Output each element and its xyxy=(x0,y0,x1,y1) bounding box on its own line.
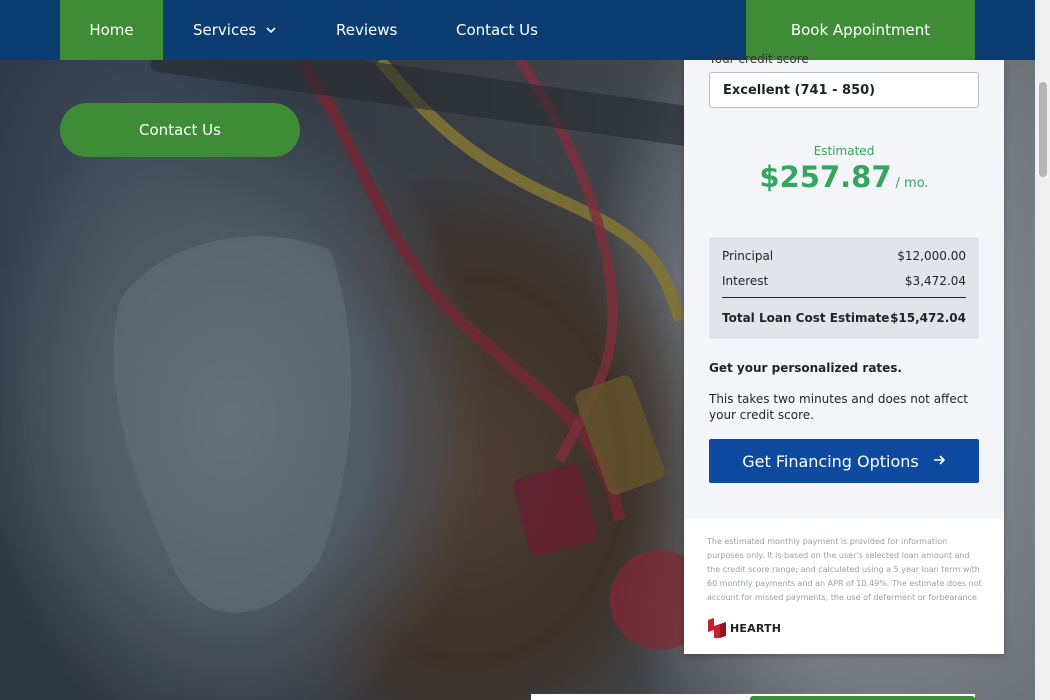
top-navigation-bar: Home Services Reviews Contact Us Book Ap… xyxy=(0,0,1035,60)
chevron-down-icon xyxy=(266,24,276,37)
nav-services[interactable]: Services xyxy=(193,0,283,60)
interest-value: $3,472.04 xyxy=(904,274,966,288)
financing-calculator-card: Your credit score Excellent (741 - 850) … xyxy=(684,52,1004,654)
interest-label: Interest xyxy=(722,274,769,288)
nav-reviews[interactable]: Reviews xyxy=(336,0,398,60)
principal-row: Principal $12,000.00 xyxy=(722,249,966,263)
per-month-label: / mo. xyxy=(895,176,929,191)
hearth-logo-icon xyxy=(708,618,726,638)
scrollbar-thumb[interactable] xyxy=(1039,82,1047,177)
breakdown-divider xyxy=(722,297,966,298)
book-appointment-button[interactable]: Book Appointment xyxy=(746,0,975,60)
hero-contact-us-label: Contact Us xyxy=(139,121,221,139)
personalized-rates-title: Get your personalized rates. xyxy=(709,361,902,375)
get-financing-options-button[interactable]: Get Financing Options xyxy=(709,439,979,483)
total-label: Total Loan Cost Estimate xyxy=(722,311,890,325)
estimated-label: Estimated xyxy=(813,144,875,158)
hero-contact-us-button[interactable]: Contact Us xyxy=(60,103,300,157)
hearth-logo: HEARTH xyxy=(707,618,781,638)
book-appointment-label: Book Appointment xyxy=(790,21,931,39)
personalized-rates-body: This takes two minutes and does not affe… xyxy=(709,392,969,422)
principal-value: $12,000.00 xyxy=(897,249,966,263)
nav-services-label: Services xyxy=(193,21,257,39)
monthly-payment-amount: $257.87 xyxy=(759,160,892,194)
credit-score-select[interactable]: Excellent (741 - 850) xyxy=(709,72,979,108)
page-scrollbar[interactable] xyxy=(1035,0,1050,700)
total-value: $15,472.04 xyxy=(890,311,966,325)
get-financing-options-label: Get Financing Options xyxy=(742,451,919,471)
nav-home-label: Home xyxy=(89,21,134,39)
loan-breakdown: Principal $12,000.00 Interest $3,472.04 … xyxy=(709,237,979,339)
interest-row: Interest $3,472.04 xyxy=(722,274,966,288)
nav-home[interactable]: Home xyxy=(60,0,163,60)
principal-label: Principal xyxy=(722,249,774,263)
credit-score-label: Your credit score xyxy=(709,52,809,66)
arrow-right-icon xyxy=(933,452,946,470)
disclaimer-section: The estimated monthly payment is provide… xyxy=(684,519,1004,654)
nav-contact-label: Contact Us xyxy=(456,21,538,39)
credit-score-value: Excellent (741 - 850) xyxy=(723,82,876,98)
disclaimer-text: The estimated monthly payment is provide… xyxy=(707,537,982,602)
nav-contact-us[interactable]: Contact Us xyxy=(456,0,546,60)
next-section-button-peek xyxy=(750,696,975,700)
total-row: Total Loan Cost Estimate $15,472.04 xyxy=(722,311,966,325)
monthly-payment: $257.87/ mo. xyxy=(684,160,1004,194)
hearth-logo-text: HEARTH xyxy=(730,621,782,635)
page: Home Services Reviews Contact Us Book Ap… xyxy=(0,0,1050,700)
nav-reviews-label: Reviews xyxy=(336,21,398,39)
